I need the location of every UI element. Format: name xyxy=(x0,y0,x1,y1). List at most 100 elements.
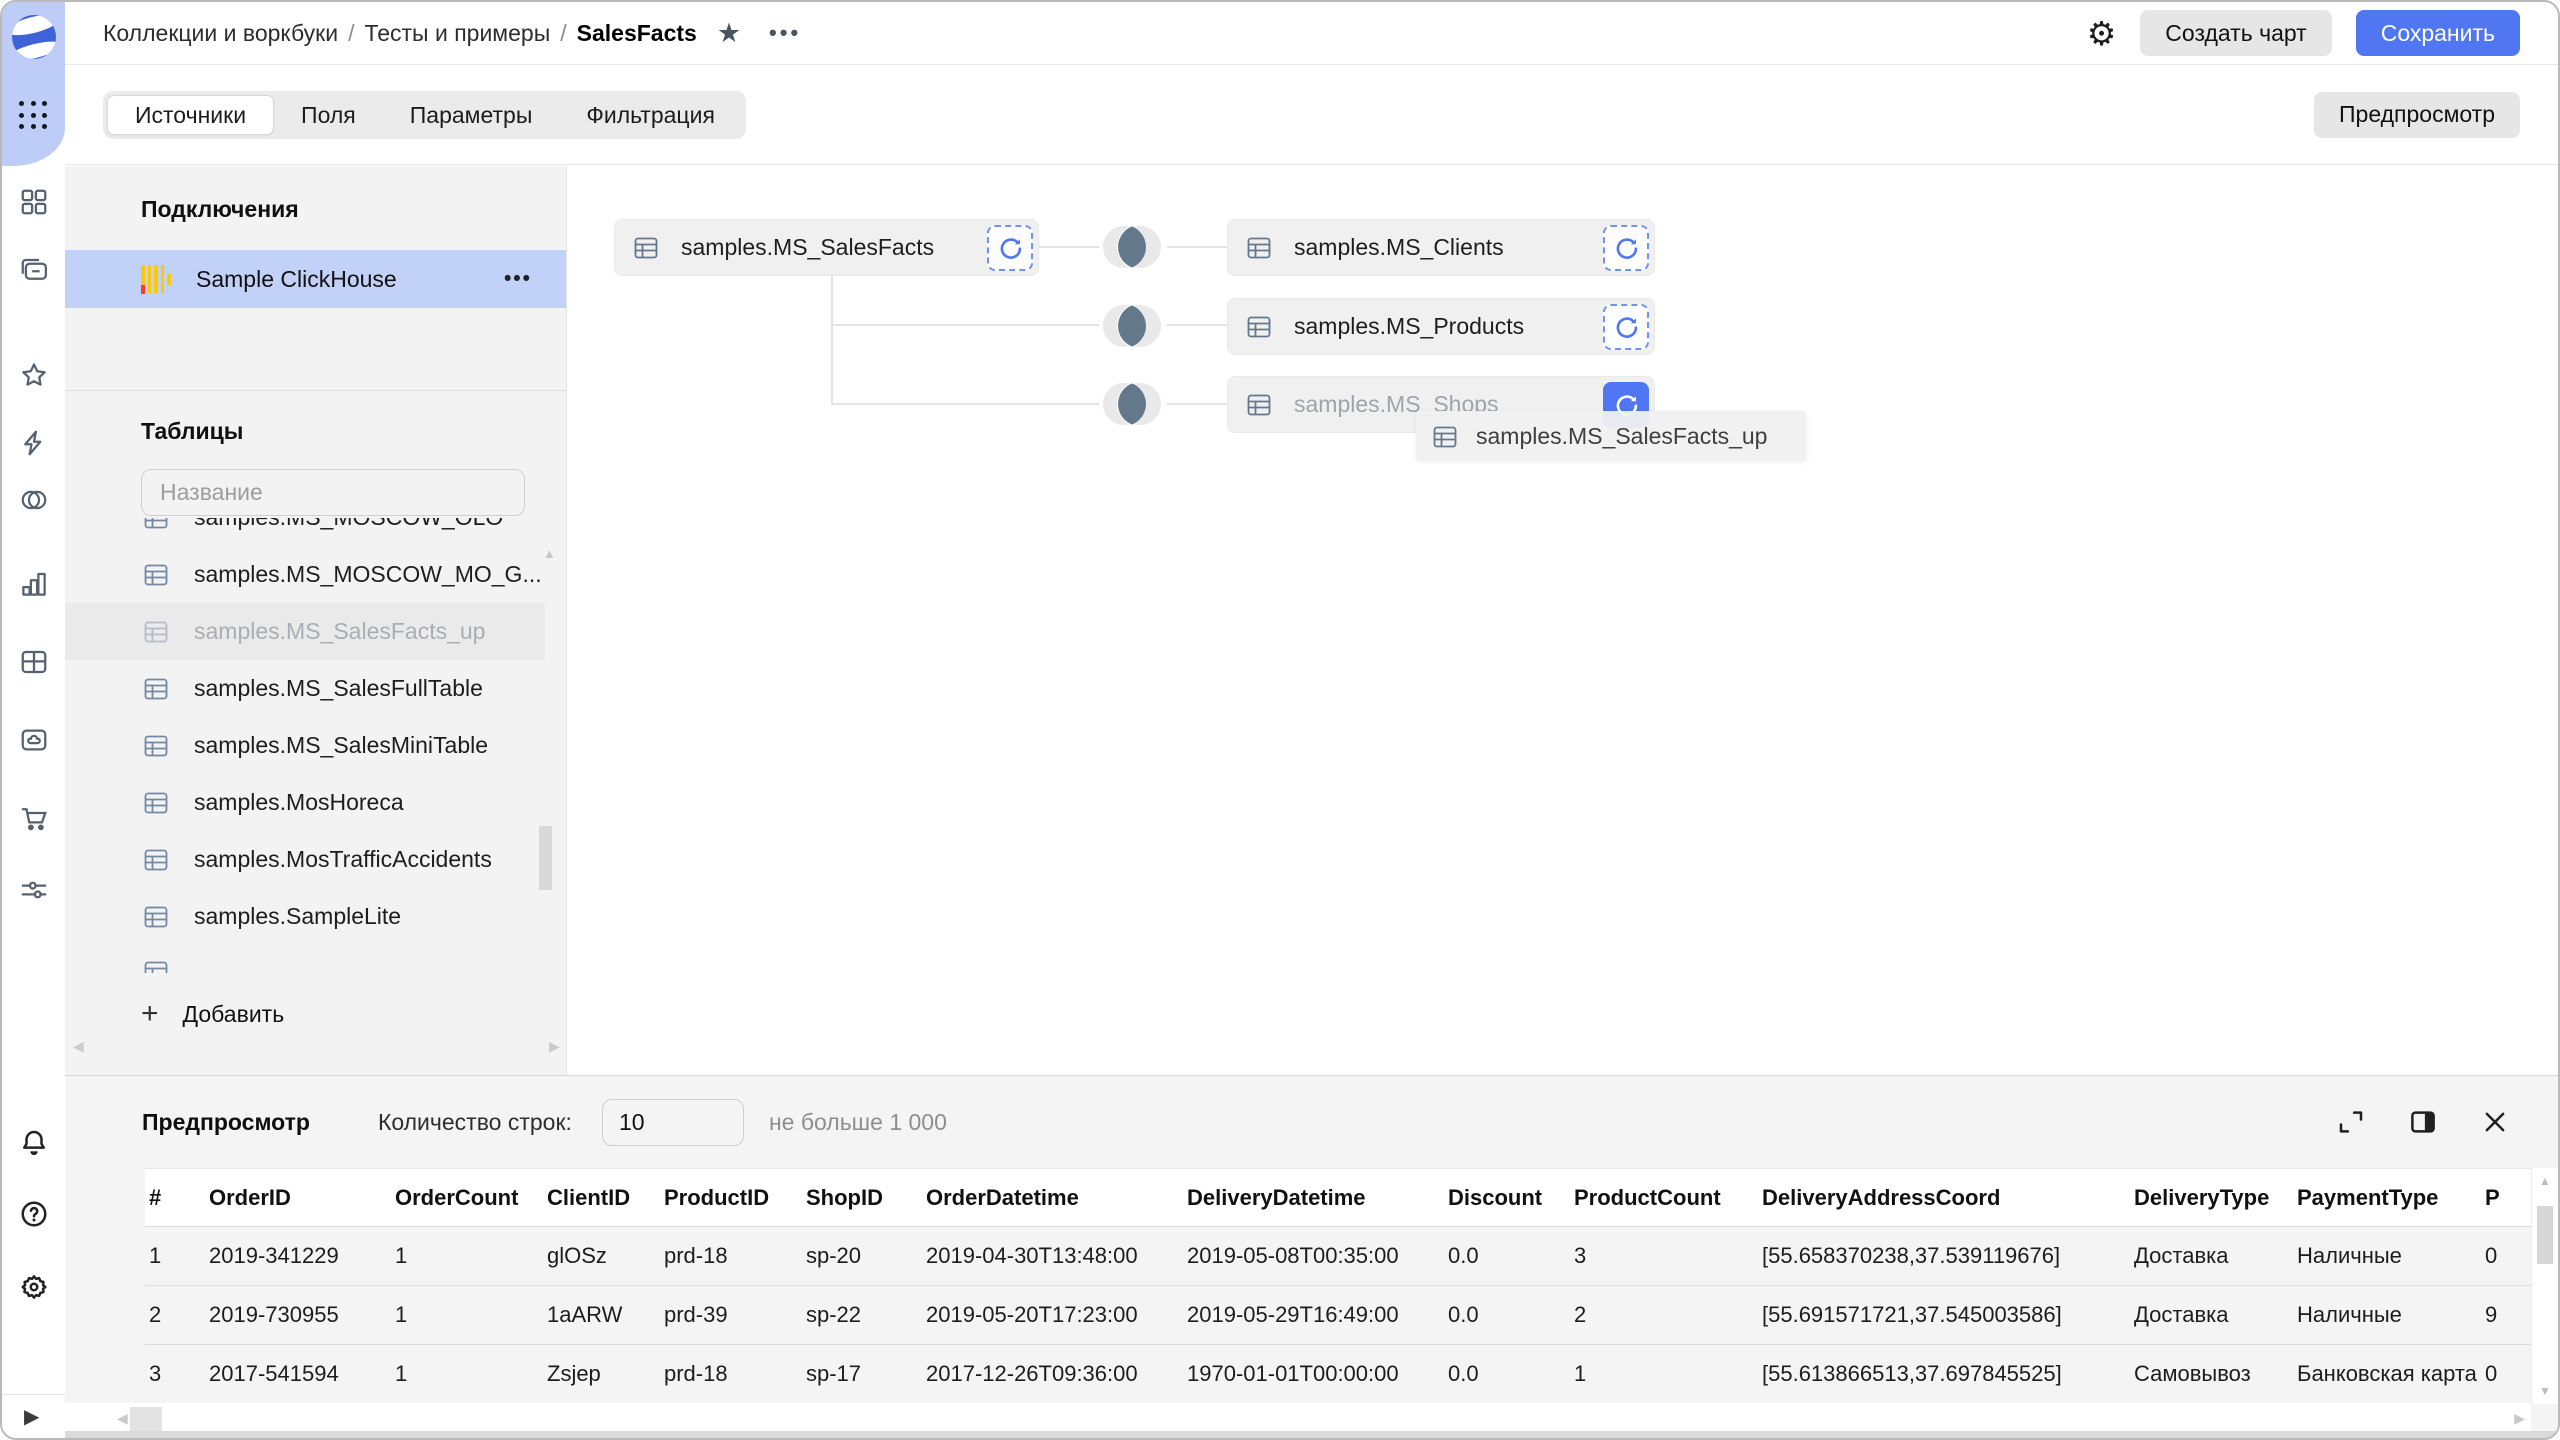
plus-icon: + xyxy=(141,999,159,1029)
table-list-item[interactable]: samples.MS_MOSCOW_MO_G... xyxy=(65,546,545,603)
cell: Доставка xyxy=(2130,1227,2293,1286)
cell: 0.0 xyxy=(1444,1345,1570,1404)
source-node-root[interactable]: samples.MS_SalesFacts xyxy=(614,219,1039,276)
source-node-clients[interactable]: samples.MS_Clients xyxy=(1227,219,1655,276)
cell: 1 xyxy=(145,1227,205,1286)
preview-header: Предпросмотр Количество строк: не больше… xyxy=(65,1076,2558,1168)
table-item-label: samples.MS_SalesMiniTable xyxy=(194,732,488,759)
join-type-icon[interactable] xyxy=(1096,378,1168,430)
nav-service-settings-icon[interactable] xyxy=(19,875,49,905)
connection-item[interactable]: Sample ClickHouse ••• xyxy=(65,250,566,308)
expand-panel-icon[interactable]: ▶ xyxy=(24,1404,39,1429)
cell: 2 xyxy=(1570,1286,1758,1345)
add-table-label: Добавить xyxy=(183,1001,285,1028)
table-list-item[interactable]: samples.MS_MOSCOW_OLO xyxy=(65,518,545,546)
cell: 2017-541594 xyxy=(205,1345,391,1404)
join-type-icon[interactable] xyxy=(1096,300,1168,352)
column-header: OrderDatetime xyxy=(922,1169,1183,1227)
table-list-item[interactable]: samples.MS_SalesMiniTable xyxy=(65,717,545,774)
expand-preview-icon[interactable] xyxy=(2336,1107,2366,1137)
tab-parameters[interactable]: Параметры xyxy=(383,95,560,135)
favorite-star-icon[interactable]: ★ xyxy=(717,20,741,47)
nav-datasets-icon[interactable] xyxy=(19,485,49,515)
dock-preview-icon[interactable] xyxy=(2408,1107,2438,1137)
scroll-up-icon[interactable]: ▲ xyxy=(2539,1174,2551,1188)
breadcrumb-collections[interactable]: Коллекции и воркбуки xyxy=(103,20,338,47)
nav-marketplace-icon[interactable] xyxy=(19,803,49,833)
panel-scroll-left-icon[interactable]: ◀ xyxy=(73,1038,84,1055)
cell: Наличные xyxy=(2293,1286,2481,1345)
cell: 2019-730955 xyxy=(205,1286,391,1345)
nav-all-objects-icon[interactable] xyxy=(19,187,49,217)
join-type-icon[interactable] xyxy=(1096,221,1168,273)
table-icon xyxy=(143,619,169,645)
table-list-item[interactable]: samples.MosHoreca xyxy=(65,774,545,831)
dragged-table-ghost[interactable]: samples.MS_SalesFacts_up xyxy=(1416,411,1806,461)
settings-gear-icon[interactable] xyxy=(19,1272,49,1302)
refresh-source-icon[interactable] xyxy=(1603,304,1649,350)
scroll-right-icon[interactable]: ▶ xyxy=(2514,1410,2525,1427)
table-item-label: samples.MS_SalesFullTable xyxy=(194,675,483,702)
nav-favorites-icon[interactable] xyxy=(19,360,49,390)
nav-storage-icon[interactable] xyxy=(19,725,49,755)
connection-menu-icon[interactable]: ••• xyxy=(504,267,532,291)
cell: Банковская карта xyxy=(2293,1345,2481,1404)
table-list-item[interactable]: samples.MosTrafficAccidents xyxy=(65,831,545,888)
breadcrumb-workbook[interactable]: Тесты и примеры xyxy=(364,20,550,47)
source-node-products[interactable]: samples.MS_Products xyxy=(1227,298,1655,355)
nav-collections-icon[interactable] xyxy=(19,255,49,285)
more-actions-icon[interactable]: ••• xyxy=(769,20,801,46)
panel-scroll-right-icon[interactable]: ▶ xyxy=(549,1038,560,1055)
refresh-source-icon[interactable] xyxy=(1603,225,1649,271)
list-scroll-up-icon[interactable]: ▲ xyxy=(543,546,556,561)
sources-sidebar: Подключения Sample ClickHouse ••• Таблиц… xyxy=(65,166,567,1075)
cell: prd-18 xyxy=(660,1227,802,1286)
left-rail: ▶ xyxy=(2,2,65,1438)
create-chart-button[interactable]: Создать чарт xyxy=(2140,10,2331,56)
save-button[interactable]: Сохранить xyxy=(2356,10,2520,56)
close-preview-icon[interactable] xyxy=(2480,1107,2510,1137)
add-table-button[interactable]: + Добавить xyxy=(141,994,284,1034)
preview-vertical-scrollbar[interactable]: ▲ ▼ xyxy=(2531,1168,2558,1404)
breadcrumb-separator: / xyxy=(338,20,364,47)
cell: 3 xyxy=(1570,1227,1758,1286)
cell: 1aARW xyxy=(543,1286,660,1345)
table-list-item[interactable]: samples.SampleLite xyxy=(65,888,545,945)
table-item-label: samples.MosTrafficAccidents xyxy=(194,846,492,873)
table-item-label: samples.MosHoreca xyxy=(194,789,404,816)
services-grid-icon[interactable] xyxy=(19,101,49,131)
tab-filtering[interactable]: Фильтрация xyxy=(559,95,742,135)
scroll-left-icon[interactable]: ◀ xyxy=(117,1410,128,1427)
top-bar: Коллекции и воркбуки / Тесты и примеры /… xyxy=(65,2,2558,65)
table-icon xyxy=(143,959,545,973)
column-header: PaymentType xyxy=(2293,1169,2481,1227)
table-icon xyxy=(143,518,169,531)
preview-table-wrap: # OrderID OrderCount ClientID ProductID … xyxy=(65,1168,2531,1403)
tab-fields[interactable]: Поля xyxy=(274,95,383,135)
table-list-item[interactable]: samples.MS_SalesFullTable xyxy=(65,660,545,717)
help-icon[interactable] xyxy=(19,1199,49,1229)
scroll-down-icon[interactable]: ▼ xyxy=(2539,1384,2551,1398)
cell: 2019-04-30T13:48:00 xyxy=(922,1227,1183,1286)
scrollbar-thumb[interactable] xyxy=(130,1407,162,1431)
nav-dashboards-icon[interactable] xyxy=(19,647,49,677)
nav-connections-icon[interactable] xyxy=(19,428,49,458)
row-count-input[interactable] xyxy=(602,1099,744,1146)
dataset-settings-gear-icon[interactable]: ⚙ xyxy=(2087,17,2117,50)
scrollbar-thumb[interactable] xyxy=(2537,1206,2553,1264)
table-search-input[interactable] xyxy=(141,469,525,516)
join-connector xyxy=(831,403,1099,405)
cell: 0.0 xyxy=(1444,1286,1570,1345)
notifications-bell-icon[interactable] xyxy=(19,1127,49,1157)
refresh-source-icon[interactable] xyxy=(987,225,1033,271)
cell: 2017-12-26T09:36:00 xyxy=(922,1345,1183,1404)
preview-toggle-button[interactable]: Предпросмотр xyxy=(2314,92,2520,138)
cell: 3 xyxy=(145,1345,205,1404)
nav-charts-icon[interactable] xyxy=(19,569,49,599)
tab-sources[interactable]: Источники xyxy=(107,95,274,135)
cell: [55.691571721,37.545003586] xyxy=(1758,1286,2130,1345)
list-scrollbar-thumb[interactable] xyxy=(539,826,552,890)
table-icon xyxy=(143,847,169,873)
datalens-logo-icon[interactable] xyxy=(12,15,56,59)
clickhouse-logo-icon xyxy=(141,264,171,294)
